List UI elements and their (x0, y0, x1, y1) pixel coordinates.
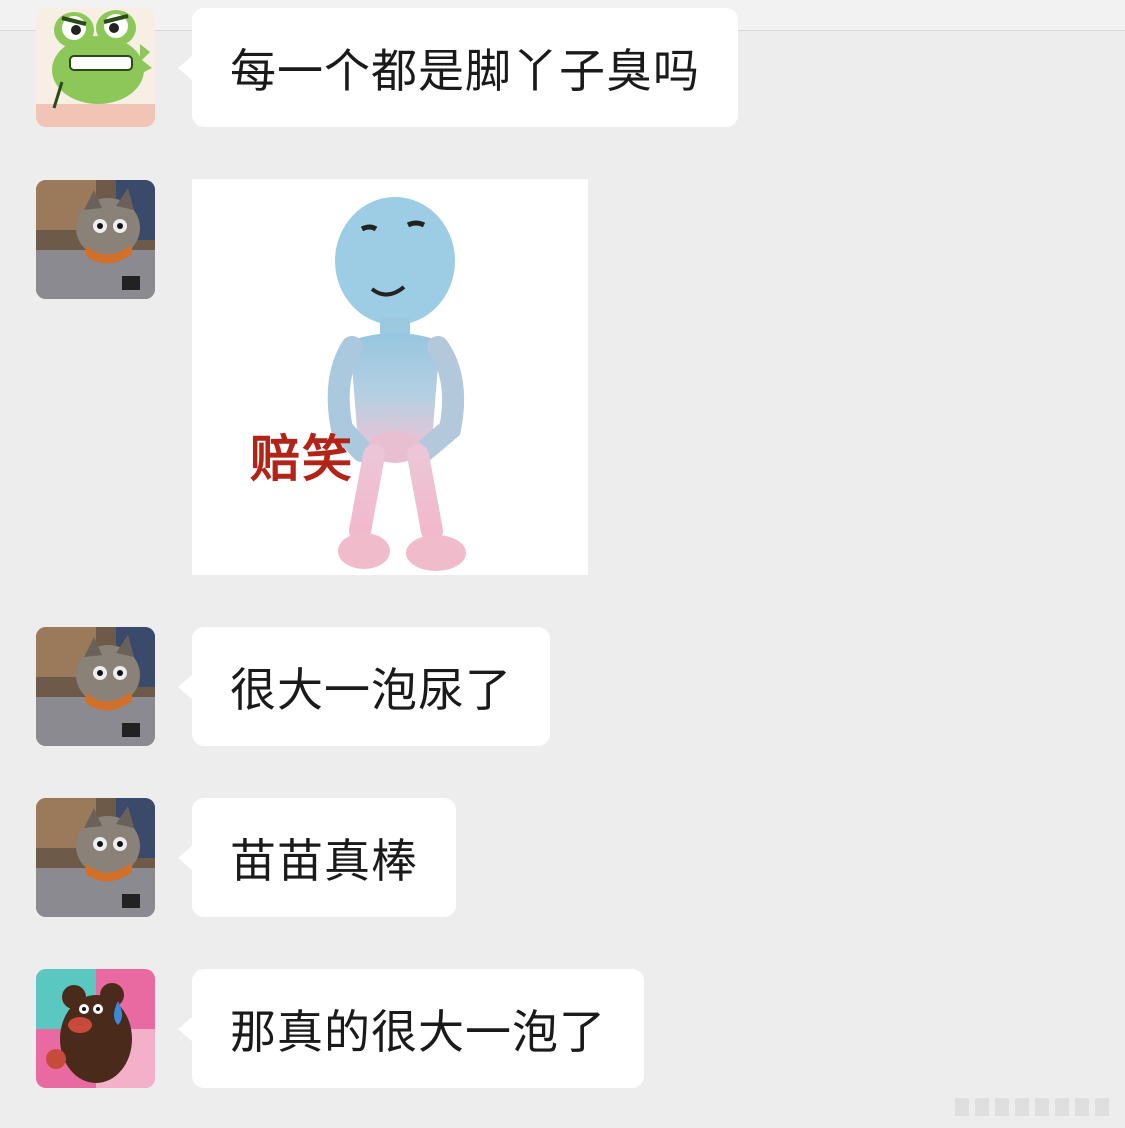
cat-avatar-icon (36, 180, 155, 299)
blue-figure-sticker[interactable]: 赔笑 (192, 179, 588, 575)
message-text: 那真的很大一泡了 (230, 1004, 606, 1059)
blue-figure-sticker-image (327, 197, 466, 571)
frog-avatar[interactable] (36, 8, 155, 127)
message-bubble[interactable]: 每一个都是脚丫子臭吗 (178, 8, 738, 127)
message-bubble[interactable]: 很大一泡尿了 (178, 627, 550, 746)
message-text: 苗苗真棒 (230, 833, 418, 888)
cat-avatar[interactable] (36, 627, 155, 746)
message-text: 每一个都是脚丫子臭吗 (230, 43, 700, 98)
watermark-icon (955, 1098, 1109, 1116)
message-bubble[interactable]: 那真的很大一泡了 (178, 969, 644, 1088)
frog-avatar-icon (36, 8, 155, 127)
cat-avatar-icon (36, 798, 155, 917)
message-bubble[interactable]: 苗苗真棒 (178, 798, 456, 917)
cat-avatar[interactable] (36, 180, 155, 299)
message-text: 很大一泡尿了 (230, 662, 512, 717)
cat-avatar[interactable] (36, 798, 155, 917)
cat-avatar-icon (36, 627, 155, 746)
sticker-caption: 赔笑 (250, 430, 354, 488)
bear-avatar-icon (36, 969, 155, 1088)
bear-avatar[interactable] (36, 969, 155, 1088)
